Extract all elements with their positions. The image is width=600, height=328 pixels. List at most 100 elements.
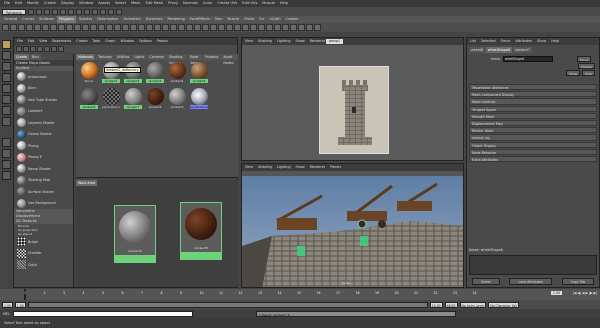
mel-label[interactable]: MEL (3, 312, 10, 316)
command-input[interactable] (12, 310, 193, 317)
section-mesh-component-display[interactable]: Mesh Component Display (469, 91, 597, 98)
shelf-tool-icon[interactable] (218, 24, 225, 31)
shelf-tool-icon[interactable] (226, 24, 233, 31)
shelf-tool-icon[interactable] (210, 24, 217, 31)
hypershade-menu-window[interactable]: Window (120, 38, 133, 45)
shelf-tool-icon[interactable] (290, 24, 297, 31)
viewport-menu-panels[interactable]: Panels (330, 164, 341, 171)
shelf-tool-icon[interactable] (66, 24, 73, 31)
shelf-tab-surfaces[interactable]: Surfaces (37, 16, 56, 23)
attribute-menu-list[interactable]: List (470, 38, 476, 45)
texture-item-bulge[interactable]: Bulge (14, 236, 73, 248)
shelf-tab-deformation[interactable]: Deformation (95, 16, 120, 23)
menu-edit[interactable]: Edit (15, 0, 22, 7)
surface-item-anisotropic[interactable]: Anisotropic (14, 71, 73, 83)
anim-layer-select[interactable]: No Anim Layer (459, 301, 487, 308)
browser-tab-utilities[interactable]: Utilities (114, 54, 132, 60)
shelf-tool-icon[interactable] (50, 24, 57, 31)
attribute-menu-focus[interactable]: Focus (501, 38, 511, 45)
shelf-tab-painteffects[interactable]: PaintEffects (188, 16, 212, 23)
section-extra-attributes[interactable]: Extra Attributes (469, 155, 597, 163)
material-shaderglow1[interactable]: shaderGlow1 (190, 88, 208, 110)
viewport-menu-lighting[interactable]: Lighting (277, 164, 291, 171)
select-button[interactable]: Select (471, 278, 500, 285)
move-tool-icon[interactable] (1, 73, 11, 82)
load-attributes-button[interactable]: Load Attributes (509, 278, 552, 285)
shelf-tab-general[interactable]: General (2, 16, 19, 23)
browser-tab-cameras[interactable]: Cameras (147, 54, 166, 60)
browser-tab-textures[interactable]: Textures (96, 54, 114, 60)
menu-muscle[interactable]: Muscle (262, 0, 274, 7)
section-smooth-mesh[interactable]: Smooth Mesh (469, 112, 597, 119)
shelf-tool-icon[interactable] (306, 24, 313, 31)
menu-select[interactable]: Select (115, 0, 126, 7)
shelf-tool-icon[interactable] (2, 24, 9, 31)
browser-tab-shading-groups[interactable]: Shading Groups (166, 54, 188, 65)
shelf-tool-icon[interactable] (42, 24, 49, 31)
hypershade-menu-graph[interactable]: Graph (105, 38, 115, 45)
node-lambert8[interactable]: lambert8 (180, 202, 222, 260)
hypershade-menu-options[interactable]: Options (139, 38, 152, 45)
shelf-tab-curves[interactable]: Curves (20, 16, 36, 23)
shelf-tool-icon[interactable] (186, 24, 193, 31)
time-slider[interactable]: 1.00 |◀ ◀| ◀ ▶ |▶ ▶| 1 2 3 4 5 6 7 8 9 10 11 12 13 14… (0, 289, 600, 300)
section-node-behavior[interactable]: Node Behavior (469, 148, 597, 155)
focus-button[interactable]: Focus (576, 56, 592, 62)
shelf-tool-icon[interactable] (258, 24, 265, 31)
last-tool-icon[interactable] (1, 117, 11, 126)
shelf-tab-fluids[interactable]: Fluids (242, 16, 256, 23)
shelf-tool-icon[interactable] (298, 24, 305, 31)
surface-item-shading-map[interactable]: Shading Map (14, 175, 73, 187)
toggle-top-icon[interactable] (23, 46, 29, 52)
shelf-tool-icon[interactable] (282, 24, 289, 31)
graph-input-icon[interactable] (37, 46, 43, 52)
rearrange-icon[interactable] (58, 46, 64, 52)
shelf-tool-icon[interactable] (98, 24, 105, 31)
material-particlecloud1[interactable]: particleCloud1 (102, 88, 120, 110)
section-render-stats[interactable]: Render Stats (469, 127, 597, 134)
shelf-tool-icon[interactable] (162, 24, 169, 31)
viewport-menu-renderer[interactable]: Renderer (310, 38, 325, 45)
section-displacement-map[interactable]: Displacement Map (469, 119, 597, 127)
hypershade-menu-tabs[interactable]: Tabs (93, 38, 101, 45)
shelf-tool-icon[interactable] (266, 24, 273, 31)
layout-four-icon[interactable] (1, 149, 11, 158)
attribute-menu-help[interactable]: Help (551, 38, 559, 45)
select-hierarchy-icon[interactable] (51, 8, 58, 15)
graph-output-icon[interactable] (44, 46, 50, 52)
menu-edit-mesh[interactable]: Edit Mesh (146, 0, 164, 7)
hypershade-menu-bookmarks[interactable]: Bookmarks (52, 38, 71, 45)
menu-create-uvs[interactable]: Create UVs (217, 0, 237, 7)
manipulator-icon[interactable] (1, 106, 11, 115)
menu-display[interactable]: Display (61, 0, 74, 7)
shelf-tool-icon[interactable] (170, 24, 177, 31)
section-tessellation-attributes[interactable]: Tessellation Attributes (469, 84, 597, 91)
mesh-name-field[interactable] (502, 56, 553, 62)
presets-button[interactable]: Presets (578, 63, 595, 69)
rotate-tool-icon[interactable] (1, 84, 11, 93)
menu-color[interactable]: Color (203, 0, 212, 7)
material-lambert6[interactable]: lambert6 (80, 88, 98, 110)
material-lambert5[interactable]: lambert5 (190, 62, 208, 84)
shelf-tab-custom[interactable]: Custom (284, 16, 301, 23)
material-lambert4[interactable]: lambert4 (168, 62, 186, 84)
browser-tab-bake-sets[interactable]: Bake Sets (188, 54, 203, 65)
shelf-tab-subdivs[interactable]: Subdivs (77, 16, 94, 23)
shelf-tool-icon[interactable] (178, 24, 185, 31)
shelf-tool-icon[interactable] (138, 24, 145, 31)
start-time-field[interactable]: 1.00 (2, 301, 13, 308)
scale-tool-icon[interactable] (1, 95, 11, 104)
browser-tab-asset-nodes[interactable]: Asset Nodes (221, 54, 238, 65)
shelf-tool-icon[interactable] (314, 24, 321, 31)
menu-help[interactable]: Help (280, 0, 288, 7)
paint-select-icon[interactable] (1, 62, 11, 71)
shelf-tab-ncloth[interactable]: nCloth (267, 16, 282, 23)
texture-item-checker[interactable]: Checker (14, 248, 73, 260)
viewport-menu-lighting[interactable]: Lighting (277, 38, 291, 45)
shelf-tool-icon[interactable] (34, 24, 41, 31)
shelf-tool-icon[interactable] (242, 24, 249, 31)
material-lambert8[interactable]: lambert8 (146, 88, 164, 110)
surface-item-ocean-shader[interactable]: Ocean Shader (14, 129, 73, 141)
shelf-tab-dynamics[interactable]: Dynamics (144, 16, 165, 23)
shelf-tool-icon[interactable] (194, 24, 201, 31)
